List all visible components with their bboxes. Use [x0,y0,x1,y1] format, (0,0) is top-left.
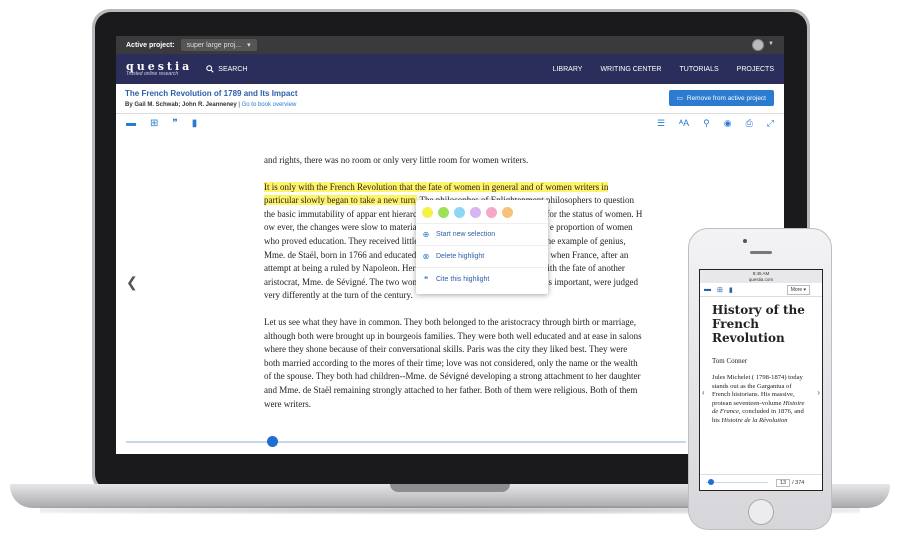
phone-progress-track[interactable] [706,478,768,485]
more-dropdown[interactable]: More ▾ [786,285,810,295]
remove-from-project-button[interactable]: ▭ Remove from active project [668,90,774,106]
phone-prev-icon[interactable]: ‹ [702,388,705,397]
quote-icon[interactable]: ❞ [172,118,177,129]
logo[interactable]: questia Trusted online research [126,61,192,77]
page-input[interactable]: 13 [776,478,791,487]
phone-url: questia.com [748,276,774,282]
font-size-icon[interactable]: ᴬA [679,118,689,129]
highlight-popup: ⊕ Start new selection ⊗ Delete highlight… [416,200,548,294]
x-circle-icon: ⊗ [422,252,430,261]
color-swatches [416,200,548,224]
menu-item-label: Cite this highlight [436,275,490,283]
phone-status-bar: 9:45 AM questia.com [700,270,822,283]
phone-camera [743,239,747,243]
folder-icon[interactable]: ▬ [704,286,711,293]
nav-writing-center[interactable]: WRITING CENTER [600,66,661,73]
phone-page-bar: 13 / 374 [700,474,822,490]
search-icon [206,65,214,73]
search-link[interactable]: SEARCH [206,65,247,73]
delete-highlight-item[interactable]: ⊗ Delete highlight [416,246,548,268]
project-select[interactable]: super large proj... ▾ [180,39,257,51]
color-swatch-6[interactable] [502,207,513,218]
book-header: The French Revolution of 1789 and Its Im… [116,84,784,114]
reader-toolbar: ▬ ⊞ ❞ ▮ ☰ ᴬA ⚲ ◉ ⎙ ⤢ [116,114,784,134]
menu-item-label: Start new selection [436,231,496,238]
phone-body-text: Jules Michelet ( 1798-1874) today stands… [700,365,822,426]
folder-icon: ▭ [676,95,683,102]
laptop-screen: Active project: super large proj... ▾ ▼ … [116,36,784,454]
phone-speaker [750,251,772,254]
page-total: / 374 [792,479,805,486]
laptop-notch [390,484,510,492]
logo-tagline: Trusted online research [126,71,179,77]
bookmark-icon[interactable]: ▮ [729,286,733,294]
authors-text: By Gail M. Schwab; John R. Jeanneney [125,102,237,108]
quote-icon: ❝ [423,274,429,284]
active-project-label: Active project: [126,41,175,49]
avatar[interactable] [752,39,764,51]
nav-library[interactable]: LIBRARY [553,66,583,73]
progress-slider-handle[interactable] [266,436,278,447]
color-swatch-4[interactable] [470,207,481,218]
save-icon[interactable]: ⊞ [150,118,158,129]
text-run-italic: Histoire de la Révolution [721,416,788,424]
eye-icon[interactable]: ◉ [724,118,732,129]
bookmark-icon[interactable]: ▮ [192,118,198,129]
main-nav: questia Trusted online research SEARCH L… [116,54,784,84]
remove-button-label: Remove from active project [686,94,766,102]
search-icon[interactable]: ⚲ [703,118,710,129]
nav-projects[interactable]: PROJECTS [737,66,774,73]
progress-track[interactable] [126,441,686,443]
cite-highlight-item[interactable]: ❝ Cite this highlight [416,268,548,290]
phone-home-button[interactable] [748,499,774,525]
previous-page-icon[interactable]: ❮ [126,274,138,291]
project-select-value: super large proj... [186,41,242,49]
phone-toolbar: ▬ ⊞ ▮ More ▾ [700,283,822,297]
chevron-down-icon[interactable]: ▼ [768,41,774,47]
phone-device: 9:45 AM questia.com ▬ ⊞ ▮ More ▾ History… [688,228,832,530]
phone-author: Tom Conner [712,357,748,365]
paragraph: and rights, there was no room or only ve… [264,155,529,165]
search-label: SEARCH [218,65,248,73]
chevron-down-icon: ▾ [247,42,251,49]
color-swatch-3[interactable] [454,207,465,218]
phone-progress-handle[interactable] [708,478,714,485]
nav-tutorials[interactable]: TUTORIALS [680,66,719,73]
start-new-selection-item[interactable]: ⊕ Start new selection [416,224,548,246]
phone-screen: 9:45 AM questia.com ▬ ⊞ ▮ More ▾ History… [699,269,823,491]
top-bar: Active project: super large proj... ▾ ▼ [116,36,784,54]
list-icon[interactable]: ☰ [657,118,665,129]
folder-icon[interactable]: ▬ [126,118,136,129]
phone-next-icon[interactable]: › [817,388,820,397]
menu-item-label: Delete highlight [436,253,485,260]
book-overview-link[interactable]: Go to book overview [242,102,297,108]
save-icon[interactable]: ⊞ [717,286,723,294]
fullscreen-icon[interactable]: ⤢ [767,118,774,129]
phone-book-title: History of the French Revolution [712,303,805,345]
print-icon[interactable]: ⎙ [746,118,753,129]
plus-circle-icon: ⊕ [422,230,430,239]
color-swatch-5[interactable] [486,207,497,218]
paragraph: Let us see what they have in common. The… [264,316,642,409]
color-swatch-1[interactable] [422,207,433,218]
color-swatch-2[interactable] [438,207,449,218]
nav-links: LIBRARY WRITING CENTER TUTORIALS PROJECT… [553,54,774,84]
